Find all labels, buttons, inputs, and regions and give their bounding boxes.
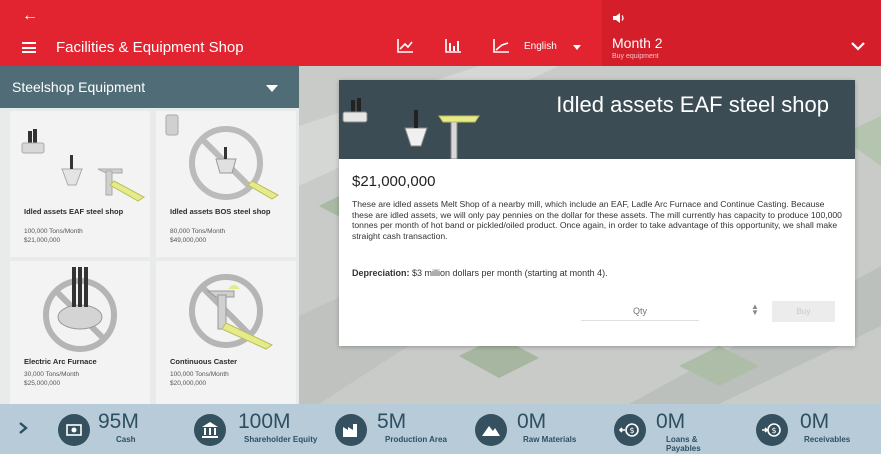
- stat-value: 5M: [377, 410, 407, 433]
- card-capacity: 100,000 Tons/Month: [170, 371, 229, 378]
- stat-value: 100M: [238, 410, 291, 433]
- month-title: Month 2: [612, 35, 663, 51]
- stat-value: 0M: [800, 410, 830, 433]
- card-price: $21,000,000: [24, 237, 61, 244]
- card-name: Idled assets EAF steel shop: [24, 207, 124, 216]
- loan-icon: $: [614, 414, 646, 446]
- quantity-input[interactable]: [581, 301, 699, 321]
- card-price: $20,000,000: [170, 380, 207, 387]
- stat-label: Cash: [116, 435, 136, 444]
- back-arrow-icon[interactable]: ←: [22, 8, 38, 24]
- hamburger-menu-icon[interactable]: [22, 42, 36, 53]
- equipment-panel: Steelshop Equipment Idled assets EAF ste…: [0, 66, 299, 407]
- card-name: Continuous Caster: [170, 357, 238, 366]
- depreciation-text: Depreciation: $3 million dollars per mon…: [352, 268, 608, 278]
- detail-description: These are idled assets Melt Shop of a ne…: [352, 199, 842, 241]
- card-price: $25,000,000: [24, 380, 61, 387]
- factory-icon: [335, 414, 367, 446]
- bos-steel-shop-image: [165, 114, 279, 200]
- chevron-down-icon[interactable]: [266, 85, 278, 92]
- equipment-card[interactable]: Idled assets BOS steel shop 80,000 Tons/…: [156, 111, 296, 257]
- continuous-caster-image: [189, 274, 274, 350]
- buy-button[interactable]: Buy: [772, 301, 835, 322]
- electric-arc-furnace-image: [43, 267, 117, 352]
- bank-icon: [194, 414, 226, 446]
- stat-label: Production Area: [385, 435, 447, 444]
- equipment-card[interactable]: Idled assets EAF steel shop 100,000 Tons…: [10, 111, 150, 257]
- app-header: ← Facilities & Equipment Shop English Mo…: [0, 0, 881, 66]
- bar-chart-icon[interactable]: [444, 38, 462, 54]
- chevron-down-icon[interactable]: [850, 40, 866, 52]
- stat-value: 95M: [98, 410, 139, 433]
- stat-label: Shareholder Equity: [244, 435, 318, 444]
- equipment-detail-card: Idled assets EAF steel shop $21,000,000 …: [339, 80, 855, 346]
- card-price: $49,000,000: [170, 237, 207, 244]
- detail-title: Idled assets EAF steel shop: [556, 92, 829, 117]
- stats-bar: 95M Cash 100M Shareholder Equity 5M Prod…: [0, 404, 881, 454]
- card-name: Idled assets BOS steel shop: [170, 207, 271, 216]
- svg-text:$: $: [771, 426, 776, 435]
- stat-label: Loans & Payables: [666, 435, 701, 453]
- chevron-right-icon[interactable]: [18, 421, 28, 435]
- stat-label: Raw Materials: [523, 435, 577, 444]
- equipment-card[interactable]: Continuous Caster 100,000 Tons/Month $20…: [156, 261, 296, 407]
- card-name: Electric Arc Furnace: [24, 357, 97, 366]
- stat-value: 0M: [656, 410, 686, 433]
- stat-value: 0M: [517, 410, 547, 433]
- cash-icon: [58, 414, 90, 446]
- stat-label: Receivables: [804, 435, 851, 444]
- equipment-card[interactable]: Electric Arc Furnace 30,000 Tons/Month $…: [10, 261, 150, 407]
- chevron-down-icon[interactable]: [573, 45, 581, 50]
- receivable-icon: $: [756, 414, 788, 446]
- detail-price: $21,000,000: [352, 173, 436, 190]
- language-select[interactable]: English: [524, 41, 557, 52]
- line-chart-icon[interactable]: [396, 38, 414, 54]
- eaf-steel-shop-image: [342, 98, 480, 159]
- detail-header: Idled assets EAF steel shop: [339, 80, 855, 159]
- depreciation-value: $3 million dollars per month (starting a…: [409, 268, 608, 278]
- category-label: Steelshop Equipment: [12, 79, 146, 95]
- svg-text:$: $: [629, 426, 634, 435]
- quantity-stepper[interactable]: ▲ ▼: [751, 303, 759, 317]
- depreciation-label: Depreciation:: [352, 268, 410, 278]
- speaker-icon[interactable]: [612, 12, 626, 24]
- card-capacity: 100,000 Tons/Month: [24, 228, 83, 235]
- trend-chart-icon[interactable]: [492, 38, 510, 54]
- eaf-steel-shop-image: [21, 129, 145, 202]
- month-subtitle: Buy equipment: [612, 53, 659, 60]
- card-capacity: 30,000 Tons/Month: [24, 371, 80, 378]
- page-title: Facilities & Equipment Shop: [56, 39, 244, 56]
- card-capacity: 80,000 Tons/Month: [170, 228, 226, 235]
- month-panel[interactable]: Month 2 Buy equipment: [602, 0, 881, 66]
- mountain-icon: [475, 414, 507, 446]
- category-dropdown[interactable]: Steelshop Equipment: [0, 66, 299, 108]
